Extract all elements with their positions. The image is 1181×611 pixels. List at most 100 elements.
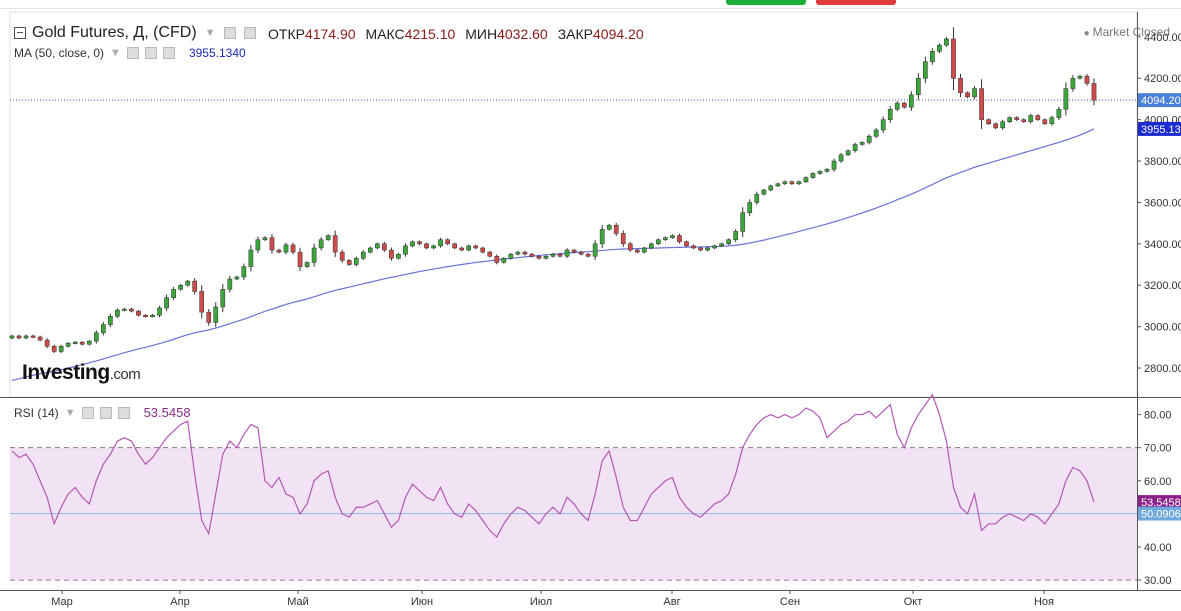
candle-body (72, 341, 78, 344)
candle-body (164, 297, 169, 309)
candle-body (508, 253, 514, 259)
candle-body (339, 251, 345, 261)
candle-body (873, 129, 879, 137)
price-tick-label: 3200.00 (1144, 280, 1181, 292)
candle-body (641, 247, 647, 253)
candle-body (550, 253, 556, 257)
candle-body (16, 335, 22, 339)
candle-body (23, 335, 29, 339)
ohlc-readout: ОТКР4174.90 МАКС4215.10 МИН4032.60 ЗАКР4… (268, 26, 644, 42)
candle-body (227, 278, 233, 290)
price-tick-label: 3600.00 (1144, 197, 1181, 209)
collapse-icon[interactable] (14, 27, 26, 39)
eye-icon[interactable] (81, 406, 94, 419)
candle-body (557, 253, 563, 257)
candle-body (965, 92, 970, 98)
candle-body (1021, 119, 1027, 122)
rsi-tick-label: 30.00 (1144, 575, 1172, 587)
candle-body (325, 235, 331, 240)
candle-body (817, 171, 823, 174)
candle-body (473, 245, 479, 249)
candle-body (1084, 75, 1090, 84)
candle-body (796, 181, 802, 185)
price-tick-label: 4200.00 (1144, 73, 1181, 85)
candle-body (283, 244, 289, 253)
candle-body (993, 123, 998, 129)
candle-body (100, 324, 106, 334)
candle-body (459, 247, 465, 251)
time-tick-label: Сен (780, 596, 800, 608)
candle-body (86, 340, 92, 345)
close-icon[interactable] (162, 47, 175, 59)
rsi-tick-label: 60.00 (1144, 476, 1172, 488)
settings-icon[interactable] (144, 47, 157, 59)
market-status: ● Market Closed (1083, 25, 1170, 39)
candle-body (318, 239, 324, 249)
candle-body (346, 260, 352, 265)
candle-body (536, 255, 542, 259)
candle-body (627, 243, 633, 251)
chart-canvas[interactable]: 2800.00 3000.00 3200.00 3400.00 3600.00 3800.… (0, 0, 1181, 611)
candle-body (480, 247, 486, 253)
candle-body (417, 241, 422, 245)
candle-body (845, 150, 851, 156)
time-tick-label: Мар (51, 596, 73, 608)
candle-body (634, 249, 640, 253)
candle-body (234, 276, 240, 280)
price-tick-label: 3800.00 (1144, 156, 1181, 168)
settings-icon[interactable] (243, 27, 256, 39)
time-tick-label: Май (287, 596, 309, 608)
candle-body (951, 38, 956, 79)
candle-body (487, 251, 493, 257)
candle-body (44, 339, 50, 347)
eye-icon[interactable] (126, 47, 139, 59)
candle-body (389, 249, 394, 259)
candle-body (1014, 117, 1020, 120)
investing-logo: Investing.com (22, 361, 141, 384)
candle-body (150, 314, 155, 317)
settings-icon[interactable] (99, 406, 112, 419)
candle-body (466, 245, 472, 251)
rsi-label: RSI (14) (14, 405, 59, 420)
chevron-down-icon[interactable]: ▼ (110, 47, 121, 59)
candle-body (129, 308, 134, 312)
candle-body (199, 291, 205, 313)
candle-body (726, 239, 731, 245)
eye-icon[interactable] (223, 27, 236, 39)
candle-body (522, 251, 528, 255)
candle-body (438, 239, 443, 247)
status-dot-icon: ● (1083, 28, 1090, 39)
candle-body (382, 243, 387, 251)
candle-body (677, 235, 682, 243)
candle-body (880, 119, 886, 131)
candle-body (192, 280, 198, 292)
candle-body (543, 255, 549, 259)
candle-body (403, 245, 408, 255)
close-icon[interactable] (117, 406, 130, 419)
candle-body (108, 316, 113, 325)
chevron-down-icon[interactable]: ▼ (205, 27, 216, 39)
candle-body (290, 244, 296, 253)
ohlc-close: ЗАКР4094.20 (557, 26, 644, 42)
candle-body (986, 119, 991, 125)
candle-body (410, 241, 415, 247)
candle-body (353, 258, 359, 265)
candle-body (1070, 77, 1076, 89)
candle-body (396, 253, 401, 259)
time-tick-label: Авг (663, 596, 680, 608)
candle-body (979, 88, 984, 120)
candle-body (782, 181, 788, 185)
price-pane[interactable] (9, 11, 1138, 398)
candle-body (564, 249, 570, 257)
ohlc-open: ОТКР4174.90 (268, 26, 356, 42)
candle-body (367, 247, 373, 253)
chevron-down-icon[interactable]: ▼ (65, 407, 76, 419)
rsi-tick-label: 80.00 (1144, 410, 1172, 422)
candle-body (9, 335, 15, 339)
candle-body (908, 94, 914, 108)
candle-body (923, 61, 928, 79)
candle-body (206, 311, 212, 323)
time-tick-label: Июн (411, 596, 433, 608)
candle-body (901, 102, 907, 108)
candle-body (1056, 109, 1062, 118)
